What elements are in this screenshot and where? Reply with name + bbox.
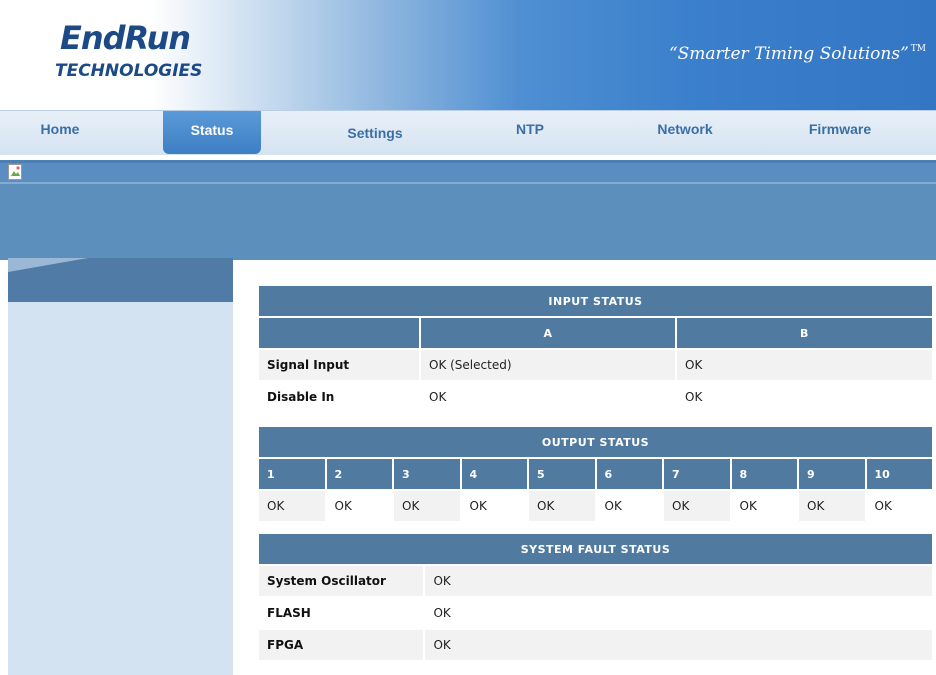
row-label: FPGA [259,630,424,660]
nav-ntp[interactable]: NTP [480,111,580,147]
row-value: OK [425,630,932,660]
output-channel-5: 5 [529,459,595,489]
output-value-4: OK [461,491,527,521]
output-channel-7: 7 [664,459,730,489]
row-value-b: OK [677,382,932,412]
row-value-b: OK [677,350,932,380]
output-value-5: OK [529,491,595,521]
output-value-6: OK [596,491,662,521]
logo-text: EndRun [60,19,191,57]
sidebar-tab-shape [8,258,88,272]
output-value-1: OK [259,491,325,521]
nav-settings[interactable]: Settings [320,115,430,151]
output-value-10: OK [866,491,932,521]
input-status-title: INPUT STATUS [259,286,932,316]
output-value-8: OK [731,491,797,521]
row-value: OK [425,566,932,596]
input-status-table: INPUT STATUS A B Signal Input OK (Select… [257,284,934,414]
output-value-2: OK [326,491,392,521]
table-row: System Oscillator OK [259,566,932,596]
output-value-9: OK [799,491,865,521]
table-row: Disable In OK OK [259,382,932,412]
output-status-table: OUTPUT STATUS 1 2 3 4 5 6 7 8 9 10 OK OK… [257,425,934,523]
output-channel-2: 2 [326,459,392,489]
broken-image-icon [8,164,22,180]
system-fault-status-table: SYSTEM FAULT STATUS System Oscillator OK… [257,532,934,662]
row-label: FLASH [259,598,424,628]
input-col-b: B [677,318,932,348]
output-value-7: OK [664,491,730,521]
table-row: Signal Input OK (Selected) OK [259,350,932,380]
tagline-text: “Smarter Timing Solutions” [668,44,909,64]
output-status-title: OUTPUT STATUS [259,427,932,457]
logo-subtext: TECHNOLOGIES [55,61,203,81]
trademark-mark: TM [910,44,926,54]
row-label: Disable In [259,382,419,412]
output-channel-10: 10 [866,459,932,489]
nav-status[interactable]: Status [163,111,261,154]
output-channel-9: 9 [799,459,865,489]
tagline: “Smarter Timing Solutions” TM [669,44,926,64]
input-col-empty [259,318,419,348]
output-channel-1: 1 [259,459,325,489]
output-channel-6: 6 [596,459,662,489]
output-channel-3: 3 [394,459,460,489]
table-row: FPGA OK [259,630,932,660]
output-channel-4: 4 [461,459,527,489]
nav-home[interactable]: Home [10,111,110,147]
table-row: OK OK OK OK OK OK OK OK OK OK [259,491,932,521]
sidebar-header [8,258,233,302]
title-band [0,182,936,260]
header-banner: EndRun TECHNOLOGIES “Smarter Timing Solu… [0,0,936,110]
output-value-3: OK [394,491,460,521]
output-channel-8: 8 [731,459,797,489]
row-value-a: OK (Selected) [421,350,675,380]
row-label: System Oscillator [259,566,424,596]
input-col-a: A [421,318,675,348]
table-row: FLASH OK [259,598,932,628]
nav-network[interactable]: Network [630,111,740,147]
system-fault-status-title: SYSTEM FAULT STATUS [259,534,932,564]
sidebar [8,258,233,675]
row-value-a: OK [421,382,675,412]
row-label: Signal Input [259,350,419,380]
nav-firmware[interactable]: Firmware [785,111,895,147]
main-nav: Home Status Settings NTP Network Firmwar… [0,110,936,155]
row-value: OK [425,598,932,628]
